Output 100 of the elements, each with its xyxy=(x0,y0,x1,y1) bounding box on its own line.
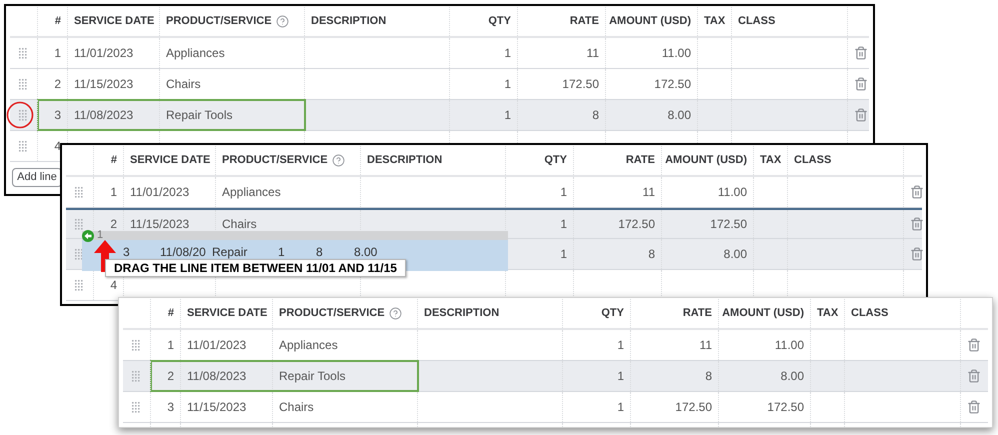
delete-icon[interactable] xyxy=(967,369,981,383)
table-cell: 11/01/2023 xyxy=(130,186,190,198)
drag-ghost-cell: 1 xyxy=(278,245,285,259)
help-icon[interactable] xyxy=(276,15,289,28)
table-cell: Appliances xyxy=(222,186,281,198)
delete-icon[interactable] xyxy=(854,46,868,60)
table-cell: 8.00 xyxy=(724,248,747,260)
table-cell: 11 xyxy=(586,47,599,59)
drag-handle-icon[interactable] xyxy=(132,370,141,382)
table-cell: 172.50 xyxy=(767,401,804,413)
table-cell: 2 xyxy=(167,370,174,382)
drag-ghost-cell: 11/08/20 xyxy=(160,245,206,259)
table-cell: 11 xyxy=(642,186,655,198)
table-cell: 11.00 xyxy=(718,186,747,198)
column-header: CLASS xyxy=(738,14,776,30)
drag-handle-icon[interactable] xyxy=(75,218,84,230)
column-header: DESCRIPTION xyxy=(424,306,500,322)
table-cell: Appliances xyxy=(279,339,338,351)
table-cell: 11/15/2023 xyxy=(130,218,190,230)
table-cell: 1 xyxy=(110,186,117,198)
help-icon[interactable] xyxy=(388,307,402,320)
column-header: AMOUNT (USD) xyxy=(609,14,691,30)
drag-handle-icon[interactable] xyxy=(75,280,84,290)
column-header: TAX xyxy=(704,14,726,30)
column-header: # xyxy=(110,153,117,168)
column-header: CLASS xyxy=(794,153,832,168)
table-cell: 1 xyxy=(560,186,567,198)
delete-icon[interactable] xyxy=(910,217,924,231)
table-cell: 11 xyxy=(700,339,712,351)
table-cell: 1 xyxy=(504,47,511,59)
table-cell: 11/15/2023 xyxy=(187,401,246,413)
drag-ghost-cell: Repair xyxy=(212,245,248,259)
delete-icon[interactable] xyxy=(910,185,924,199)
drag-handle-icon[interactable] xyxy=(132,402,141,412)
table-cell: 8.00 xyxy=(668,109,691,121)
table-cell: 4 xyxy=(54,140,61,152)
column-header: DESCRIPTION xyxy=(311,14,386,30)
table-cell: 8 xyxy=(705,370,712,382)
table-cell: 11.00 xyxy=(662,47,691,59)
table-cell: 1 xyxy=(504,109,511,121)
column-header: AMOUNT (USD) xyxy=(665,153,747,168)
table-cell: Repair Tools xyxy=(279,370,346,382)
drag-count: 1 xyxy=(97,230,104,241)
column-header: PRODUCT/SERVICE xyxy=(279,306,385,322)
column-header: TAX xyxy=(760,153,782,168)
table-cell: 1 xyxy=(617,370,624,382)
table-cell: 3 xyxy=(54,109,61,121)
callout-label: DRAG THE LINE ITEM BETWEEN 11/01 AND 11/15 xyxy=(105,259,406,277)
table-cell: Chairs xyxy=(166,78,201,90)
drag-handle-icon[interactable] xyxy=(19,78,28,90)
table-cell: Appliances xyxy=(166,47,225,59)
table-cell: 11.00 xyxy=(774,339,804,351)
table-cell: 1 xyxy=(617,339,624,351)
table-cell: 1 xyxy=(504,78,511,90)
delete-icon[interactable] xyxy=(910,247,924,261)
drag-handle-icon[interactable] xyxy=(75,186,84,198)
column-header: # xyxy=(54,14,61,30)
delete-icon[interactable] xyxy=(967,400,981,414)
column-header: QTY xyxy=(488,14,511,30)
table-cell: 8 xyxy=(648,248,655,260)
delete-icon[interactable] xyxy=(854,108,868,122)
drag-ghost-cell: 8 xyxy=(316,245,323,259)
table-cell: 11/08/2023 xyxy=(187,370,246,382)
delete-icon[interactable] xyxy=(854,77,868,91)
table-cell: 11/08/2023 xyxy=(74,109,134,121)
table-cell: 2 xyxy=(54,78,61,90)
drag-handle-icon[interactable] xyxy=(19,140,28,152)
table-cell: 11/15/2023 xyxy=(74,78,134,90)
column-header: QTY xyxy=(601,306,624,322)
table-cell: 3 xyxy=(167,401,174,413)
table-cell: 1 xyxy=(560,218,567,230)
table-cell: 172.50 xyxy=(562,78,599,90)
table-cell: 172.50 xyxy=(654,78,691,90)
column-header: PRODUCT/SERVICE xyxy=(166,14,272,30)
table-cell: 172.50 xyxy=(618,218,655,230)
table-cell: 1 xyxy=(54,47,61,59)
delete-icon[interactable] xyxy=(967,338,981,352)
help-icon[interactable] xyxy=(332,154,345,167)
table-cell: Chairs xyxy=(222,218,257,230)
column-header: # xyxy=(168,306,174,322)
drag-handle-icon[interactable] xyxy=(19,48,28,58)
column-header: SERVICE DATE xyxy=(74,14,154,30)
table-cell: Chairs xyxy=(279,401,314,413)
table-cell: 11/01/2023 xyxy=(74,47,134,59)
drag-ghost-cell: 8.00 xyxy=(354,245,378,259)
column-header: RATE xyxy=(682,306,712,322)
table-cell: 2 xyxy=(110,218,117,230)
drag-handle-icon[interactable] xyxy=(19,110,28,120)
column-header: RATE xyxy=(570,14,599,30)
table-cell: 172.50 xyxy=(675,401,712,413)
column-header: QTY xyxy=(544,153,567,168)
table-cell: 11/01/2023 xyxy=(187,339,246,351)
column-header: SERVICE DATE xyxy=(187,306,268,322)
column-header: CLASS xyxy=(851,306,888,322)
column-header: DESCRIPTION xyxy=(367,153,442,168)
drag-handle-icon[interactable] xyxy=(132,340,141,350)
column-header: AMOUNT (USD) xyxy=(722,306,804,322)
table-cell: 8.00 xyxy=(780,370,804,382)
table-cell: 1 xyxy=(617,401,624,413)
column-header: TAX xyxy=(817,306,838,322)
